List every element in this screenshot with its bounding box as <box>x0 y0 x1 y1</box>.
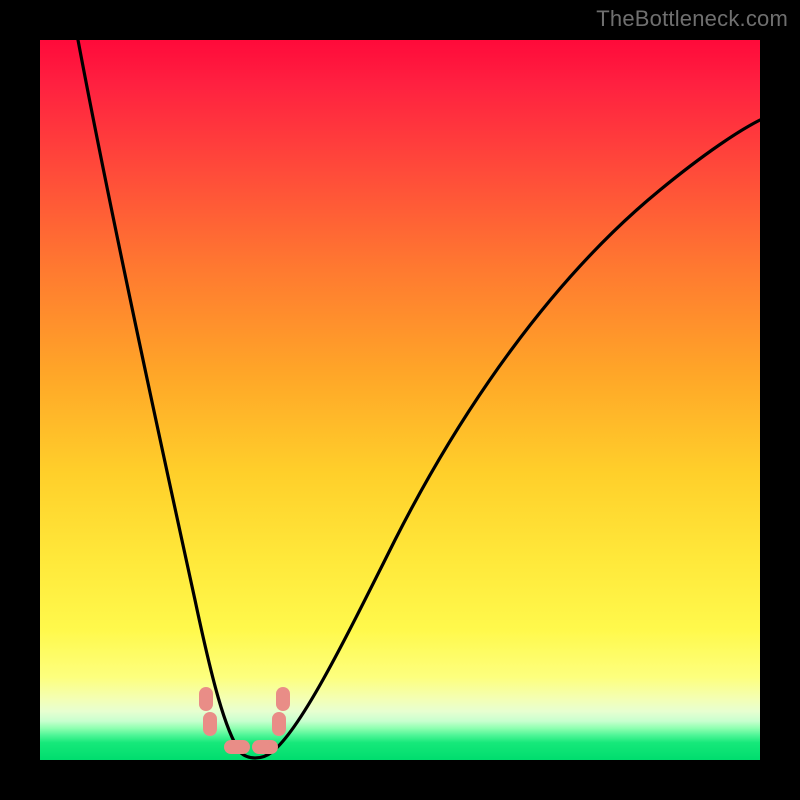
marker-valley-left <box>224 740 250 754</box>
marker-valley-right <box>252 740 278 754</box>
marker-right-tip-top <box>276 687 290 711</box>
plot-area <box>40 40 760 760</box>
bottleneck-curve <box>40 40 760 760</box>
marker-left-tip-top <box>199 687 213 711</box>
watermark-text: TheBottleneck.com <box>596 6 788 32</box>
marker-right-tip-bottom <box>272 712 286 736</box>
chart-frame: TheBottleneck.com <box>0 0 800 800</box>
marker-left-tip-bottom <box>203 712 217 736</box>
